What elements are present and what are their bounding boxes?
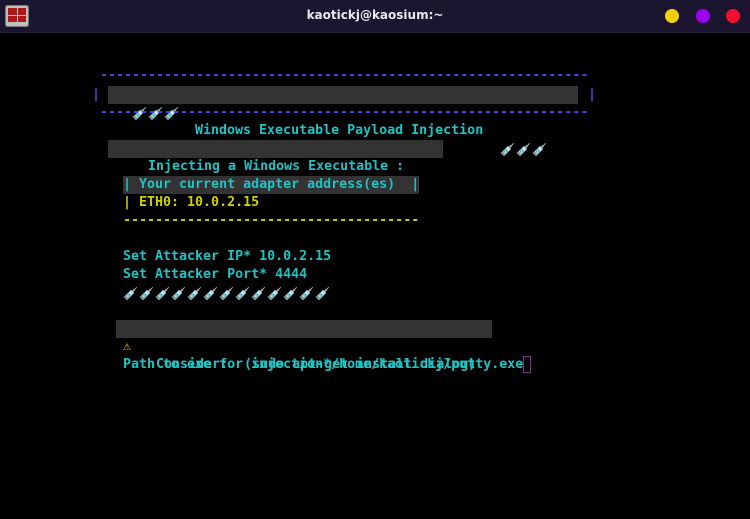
syringe-icon [251,284,267,302]
terminal-output[interactable]: ----------------------------------------… [1,33,749,518]
maximize-button[interactable] [696,9,710,23]
syringe-icon [283,284,299,302]
syringe-icon [299,284,315,302]
warning-icon: ⚠ [123,339,132,354]
window-titlebar: kaotickj@kaosium:~ [0,0,750,33]
syringe-icon [139,284,155,302]
exe-path-input[interactable]: Path to exe for injection*/home/kaotickj… [123,357,523,372]
syringe-icon [203,284,219,302]
banner-border-bottom: ----------------------------------------… [100,105,589,120]
syringe-icon [123,284,139,302]
syringe-icon [219,284,235,302]
syringe-icon [187,284,203,302]
section-heading: Injecting a Windows Executable : [148,159,405,174]
banner-title-bar: Windows Executable Payload Injection [108,86,578,157]
adapter-header: | Your current adapter address(es) | [123,176,420,194]
syringe-icon [155,284,171,302]
banner-syringes-right [500,140,548,158]
syringe-icon [267,284,283,302]
text-cursor [523,356,532,373]
banner-pipe-right: | [588,87,597,102]
prompt-line[interactable]: Path to exe for injection*/home/kaotickj… [123,356,532,374]
banner-title: Windows Executable Payload Injection [195,123,484,138]
syringe-row [123,284,331,302]
close-button[interactable] [726,9,740,23]
syringe-icon [500,140,516,158]
adapter-divider: ------------------------------------- [123,213,420,228]
syringe-icon [315,284,331,302]
section-heading-bar: Injecting a Windows Executable : [108,140,443,174]
banner-border-top: ----------------------------------------… [100,68,589,83]
attacker-port-line: Set Attacker Port* 4444 [123,267,308,282]
window-title: kaotickj@kaosium:~ [306,8,444,22]
syringe-icon [171,284,187,302]
attacker-ip-line: Set Attacker IP* 10.0.2.15 [123,249,332,264]
syringe-icon [516,140,532,158]
syringe-icon [532,140,548,158]
syringe-icon [235,284,251,302]
minimize-button[interactable] [665,9,679,23]
adapter-eth0: | ETH0: 10.0.2.15 [123,195,260,210]
consider-bar: ⚠ Consider: (sudo apt-get install dialog… [116,320,492,372]
banner-pipe-left: | [92,87,101,102]
